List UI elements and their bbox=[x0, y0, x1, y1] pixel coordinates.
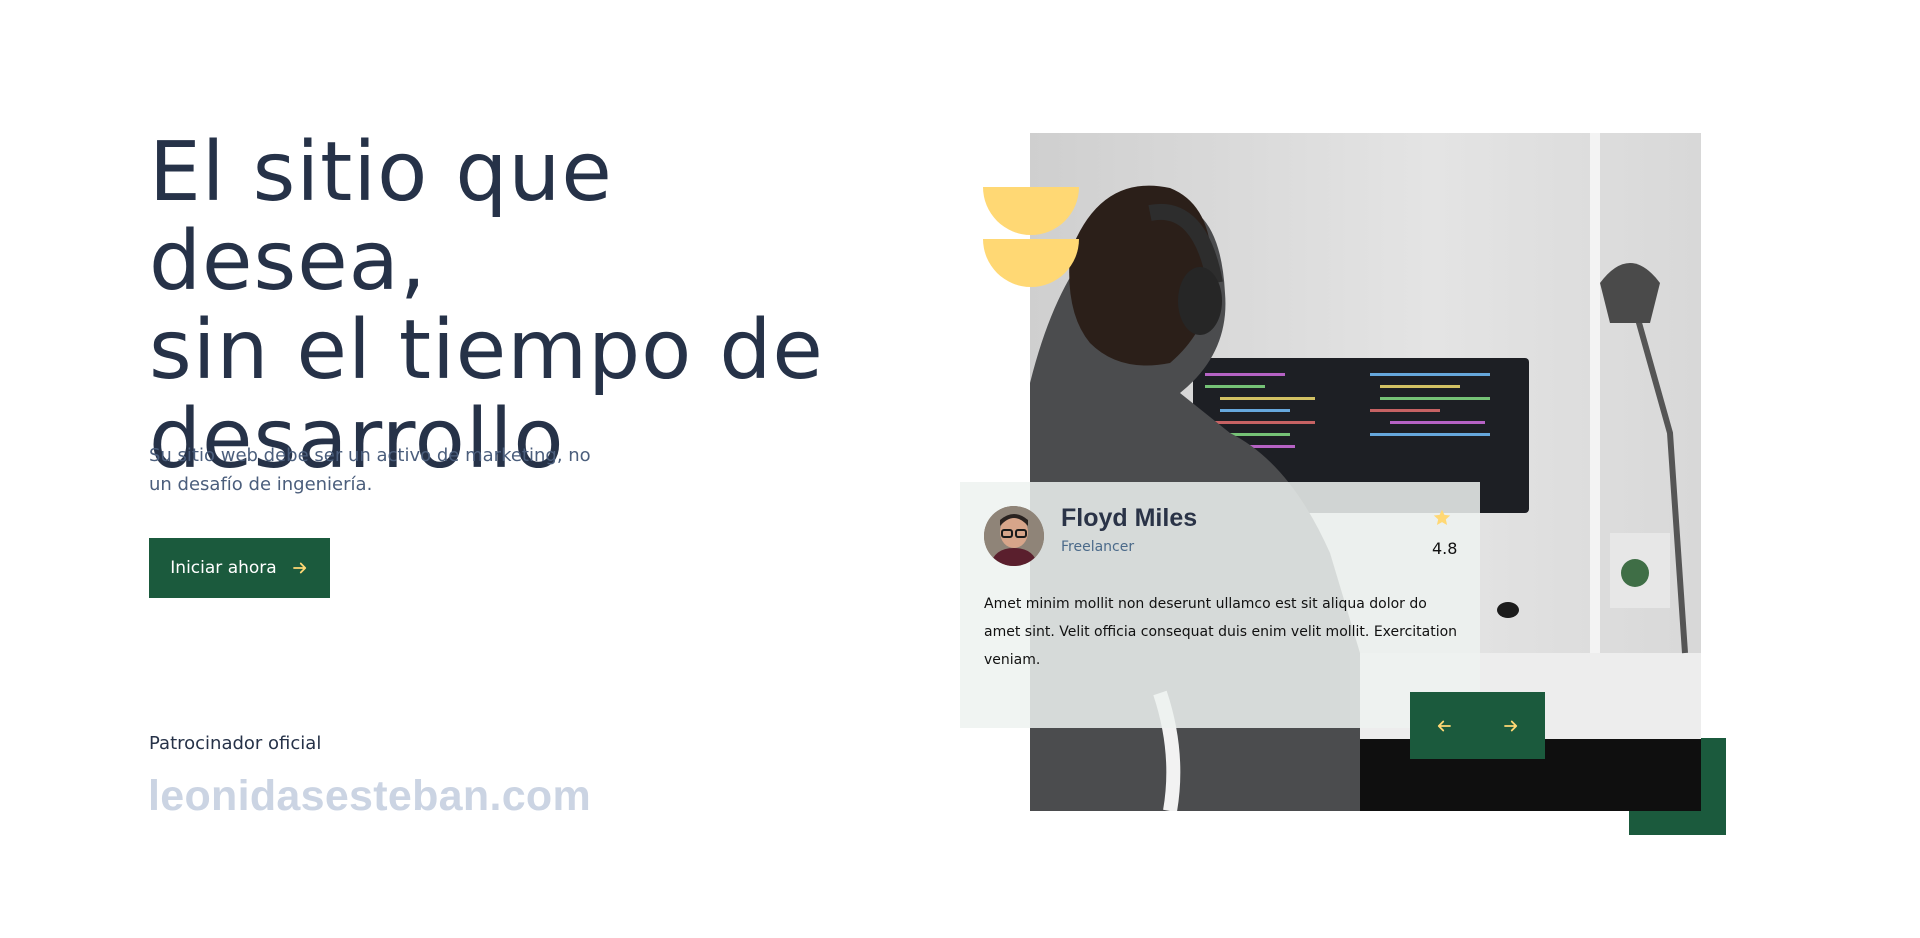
hero-subtitle: Su sitio web debe ser un activo de marke… bbox=[149, 445, 591, 495]
user-avatar-icon bbox=[984, 506, 1044, 566]
hero-title-line-2: sin el tiempo de bbox=[149, 303, 824, 398]
rating-value: 4.8 bbox=[1432, 539, 1458, 558]
hero-title-line-1: El sitio que desea, bbox=[149, 125, 613, 309]
start-now-button[interactable]: Iniciar ahora bbox=[149, 538, 330, 598]
sponsor-label: Patrocinador oficial bbox=[149, 733, 322, 754]
arrow-right-icon bbox=[292, 562, 306, 574]
avatar bbox=[984, 506, 1044, 566]
testimonial-navigation bbox=[1410, 692, 1545, 759]
next-button[interactable] bbox=[1478, 692, 1546, 759]
start-now-label: Iniciar ahora bbox=[170, 558, 277, 578]
testimonial-quote: Amet minim mollit non deserunt ullamco e… bbox=[984, 596, 1458, 668]
hero-title: El sitio que desea, sin el tiempo de des… bbox=[149, 128, 909, 484]
previous-button[interactable] bbox=[1410, 692, 1478, 759]
star-icon bbox=[1433, 509, 1451, 525]
arrow-right-icon bbox=[1504, 720, 1518, 731]
decorative-half-circles bbox=[983, 187, 1079, 287]
sponsor-logo: leonidasesteban.com bbox=[148, 772, 592, 820]
testimonial-role: Freelancer bbox=[1061, 539, 1135, 555]
arrow-left-icon bbox=[1437, 720, 1451, 731]
testimonial-name: Floyd Miles bbox=[1061, 504, 1198, 532]
testimonial-card: Floyd Miles Freelancer 4.8 Amet minim mo… bbox=[960, 482, 1480, 728]
